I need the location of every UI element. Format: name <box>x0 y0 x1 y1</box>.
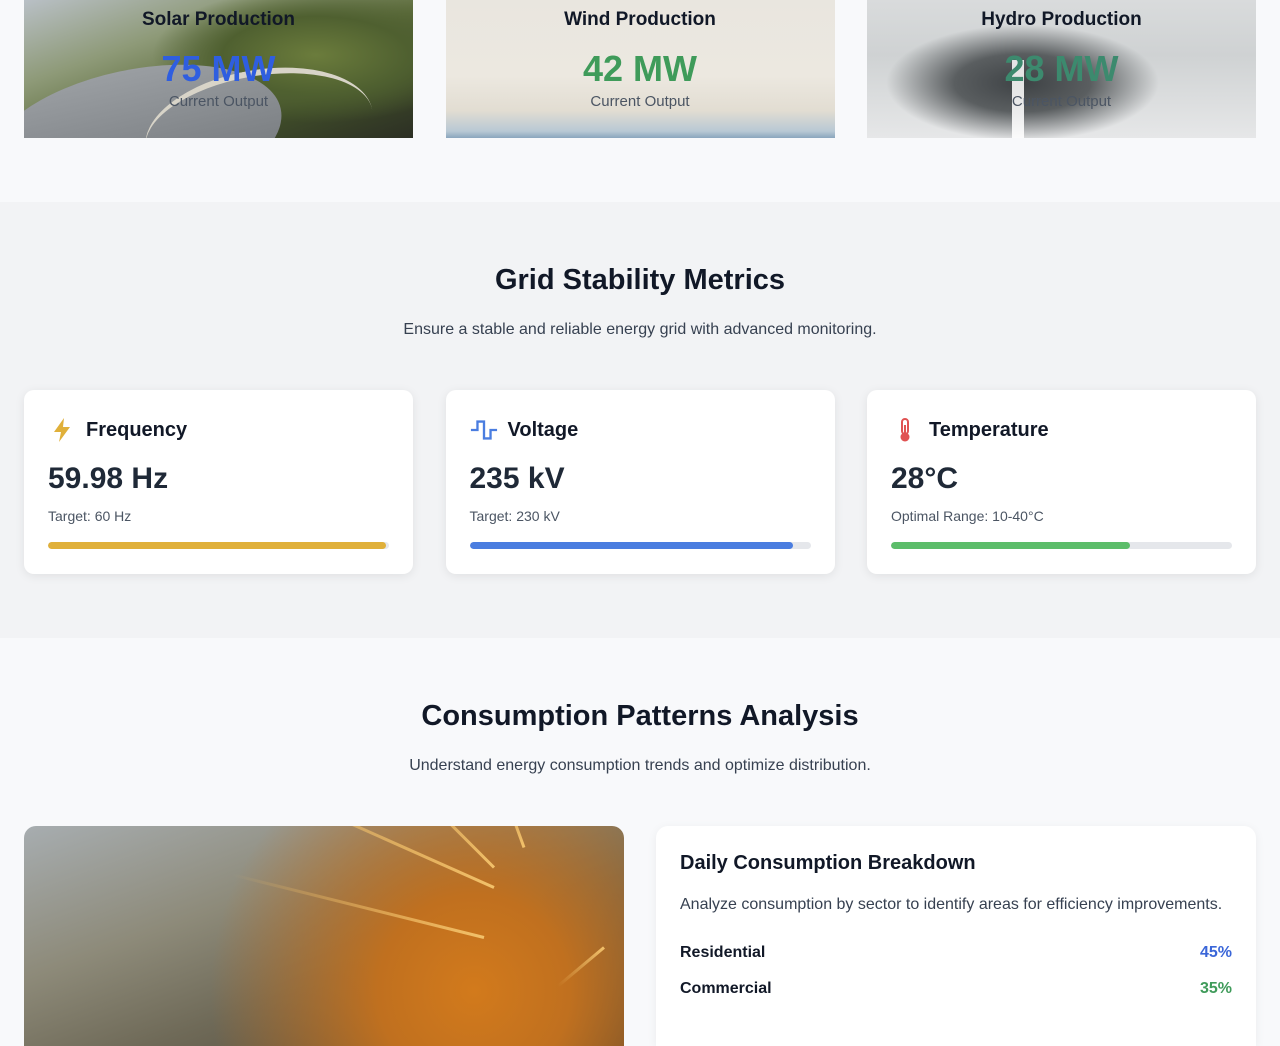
temperature-label: Temperature <box>929 418 1049 441</box>
wind-sub: Current Output <box>590 93 690 110</box>
grid-section-title: Grid Stability Metrics <box>494 264 786 296</box>
grid-section-subtitle: Ensure a stable and reliable energy grid… <box>403 321 877 338</box>
consumption-image <box>24 826 624 1046</box>
solar-value: 75 MW <box>161 48 276 89</box>
sector-value: 35% <box>1199 980 1232 997</box>
image-spike <box>557 946 605 988</box>
temperature-bar-fill <box>891 542 1130 549</box>
frequency-card: Frequency 59.98 Hz Target: 60 Hz <box>24 390 413 574</box>
hydro-title: Hydro Production <box>981 9 1142 30</box>
frequency-bar-fill <box>48 542 386 549</box>
metric-row: Frequency 59.98 Hz Target: 60 Hz Voltage… <box>24 390 1256 574</box>
hydro-production-card: Hydro Production 28 MW Current Output <box>867 0 1256 138</box>
wind-production-card: Wind Production 42 MW Current Output <box>445 0 835 138</box>
voltage-bar-fill <box>469 542 794 549</box>
wind-value: 42 MW <box>582 48 697 89</box>
lightning-icon <box>48 416 76 444</box>
frequency-label: Frequency <box>86 418 188 441</box>
grid-stability-section: Grid Stability Metrics Ensure a stable a… <box>0 202 1280 638</box>
solar-production-card: Solar Production 75 MW Current Output <box>24 0 413 138</box>
breakdown-title: Daily Consumption Breakdown <box>680 852 976 874</box>
consumption-section: Consumption Patterns Analysis Understand… <box>0 638 1280 1046</box>
consumption-breakdown-card: Daily Consumption Breakdown Analyze cons… <box>656 826 1256 1046</box>
frequency-value: 59.98 Hz <box>48 462 169 495</box>
frequency-bar-track <box>48 542 389 549</box>
hydro-value: 28 MW <box>1004 48 1119 89</box>
production-row: Solar Production 75 MW Current Output Wi… <box>24 0 1256 138</box>
pulse-icon <box>470 416 498 444</box>
breakdown-description: Analyze consumption by sector to identif… <box>680 896 1223 913</box>
temperature-bar-track <box>891 542 1232 549</box>
sector-row-residential: Residential 45% <box>680 944 1232 962</box>
thermometer-icon <box>891 416 919 444</box>
solar-title: Solar Production <box>141 9 296 30</box>
image-spike <box>231 873 485 939</box>
image-spike <box>164 826 495 889</box>
temperature-header: Temperature <box>891 416 1049 444</box>
sector-row-commercial: Commercial 35% <box>680 980 1232 998</box>
wind-title: Wind Production <box>564 9 716 30</box>
voltage-label: Voltage <box>507 418 579 441</box>
consumption-section-title: Consumption Patterns Analysis <box>421 700 859 732</box>
sector-name: Residential <box>680 944 766 961</box>
voltage-target: Target: 230 kV <box>469 508 560 524</box>
consumption-section-subtitle: Understand energy consumption trends and… <box>409 757 871 774</box>
frequency-target: Target: 60 Hz <box>48 508 132 524</box>
solar-sub: Current Output <box>168 93 269 110</box>
voltage-value: 235 kV <box>469 462 565 495</box>
hydro-sub: Current Output <box>1011 93 1112 110</box>
temperature-range: Optimal Range: 10-40°C <box>891 508 1044 524</box>
sector-name: Commercial <box>680 980 772 997</box>
voltage-header: Voltage <box>470 416 579 444</box>
temperature-value: 28°C <box>891 462 959 495</box>
voltage-bar-track <box>469 542 811 549</box>
frequency-header: Frequency <box>48 416 187 444</box>
temperature-card: Temperature 28°C Optimal Range: 10-40°C <box>867 390 1256 574</box>
sector-value: 45% <box>1199 944 1232 961</box>
voltage-card: Voltage 235 kV Target: 230 kV <box>445 390 835 574</box>
image-spike <box>481 826 526 849</box>
